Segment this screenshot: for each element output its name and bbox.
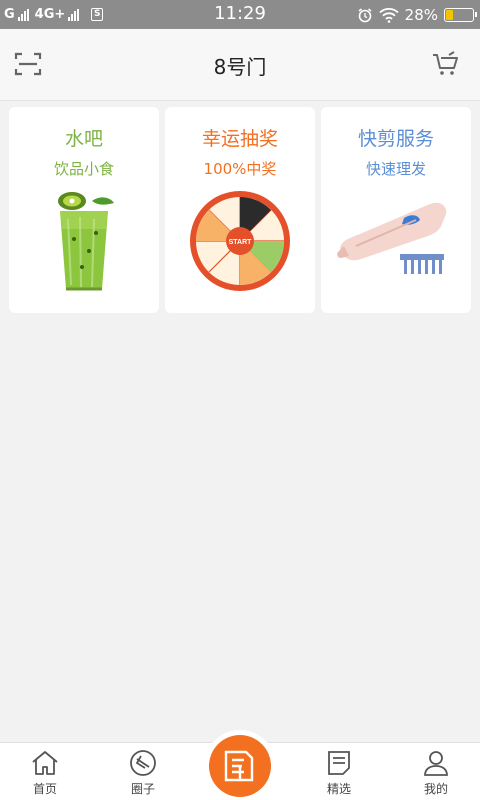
cart-icon xyxy=(433,51,458,75)
battery-icon xyxy=(444,7,477,22)
battery-percent: 28% xyxy=(404,5,438,24)
wifi-icon xyxy=(379,7,399,23)
brand-logo-icon xyxy=(224,750,254,782)
wheel-image: START xyxy=(165,185,315,297)
center-action-button[interactable] xyxy=(204,730,276,800)
app-header: 8号门 xyxy=(0,29,480,101)
clipper-image xyxy=(321,185,471,297)
prize-wheel-icon: START xyxy=(190,191,290,291)
tab-circle[interactable]: 圈子 xyxy=(108,749,178,797)
tab-label: 精选 xyxy=(326,782,351,796)
circle-icon xyxy=(130,750,156,776)
card-subtitle: 100%中奖 xyxy=(203,160,277,178)
hair-clipper-icon xyxy=(337,202,447,274)
center-action-inner xyxy=(209,735,271,797)
card-subtitle: 饮品小食 xyxy=(53,160,114,178)
kiwi-drink-icon xyxy=(58,192,114,291)
status-bar: G 4G+ S 11:29 28% xyxy=(0,0,480,29)
tab-label: 圈子 xyxy=(130,782,155,796)
tab-featured[interactable]: 精选 xyxy=(304,749,374,797)
tab-label: 首页 xyxy=(32,782,57,796)
alarm-icon xyxy=(358,7,372,22)
card-subtitle: 快速理发 xyxy=(365,160,426,178)
tab-home[interactable]: 首页 xyxy=(10,749,80,797)
card-water-bar[interactable]: 水吧 饮品小食 xyxy=(9,107,159,313)
tab-mine[interactable]: 我的 xyxy=(401,749,471,797)
page-title: 8号门 xyxy=(213,55,267,79)
card-title: 快剪服务 xyxy=(357,128,434,150)
card-lucky-draw[interactable]: 幸运抽奖 100%中奖 START xyxy=(165,107,315,313)
note-icon xyxy=(328,751,350,775)
tab-label: 我的 xyxy=(423,782,448,796)
cart-button[interactable] xyxy=(432,51,460,77)
status-right: 28% xyxy=(357,0,477,29)
service-cards: 水吧 饮品小食 幸运抽奖 100%中奖 START 快剪服务 快速理发 xyxy=(9,107,471,313)
user-icon xyxy=(424,751,448,776)
home-icon xyxy=(32,751,58,775)
card-title: 幸运抽奖 xyxy=(201,128,278,150)
drink-image xyxy=(9,185,159,297)
card-title: 水吧 xyxy=(64,128,103,150)
card-quick-cut[interactable]: 快剪服务 快速理发 xyxy=(321,107,471,313)
wheel-start-label: START xyxy=(229,239,253,246)
